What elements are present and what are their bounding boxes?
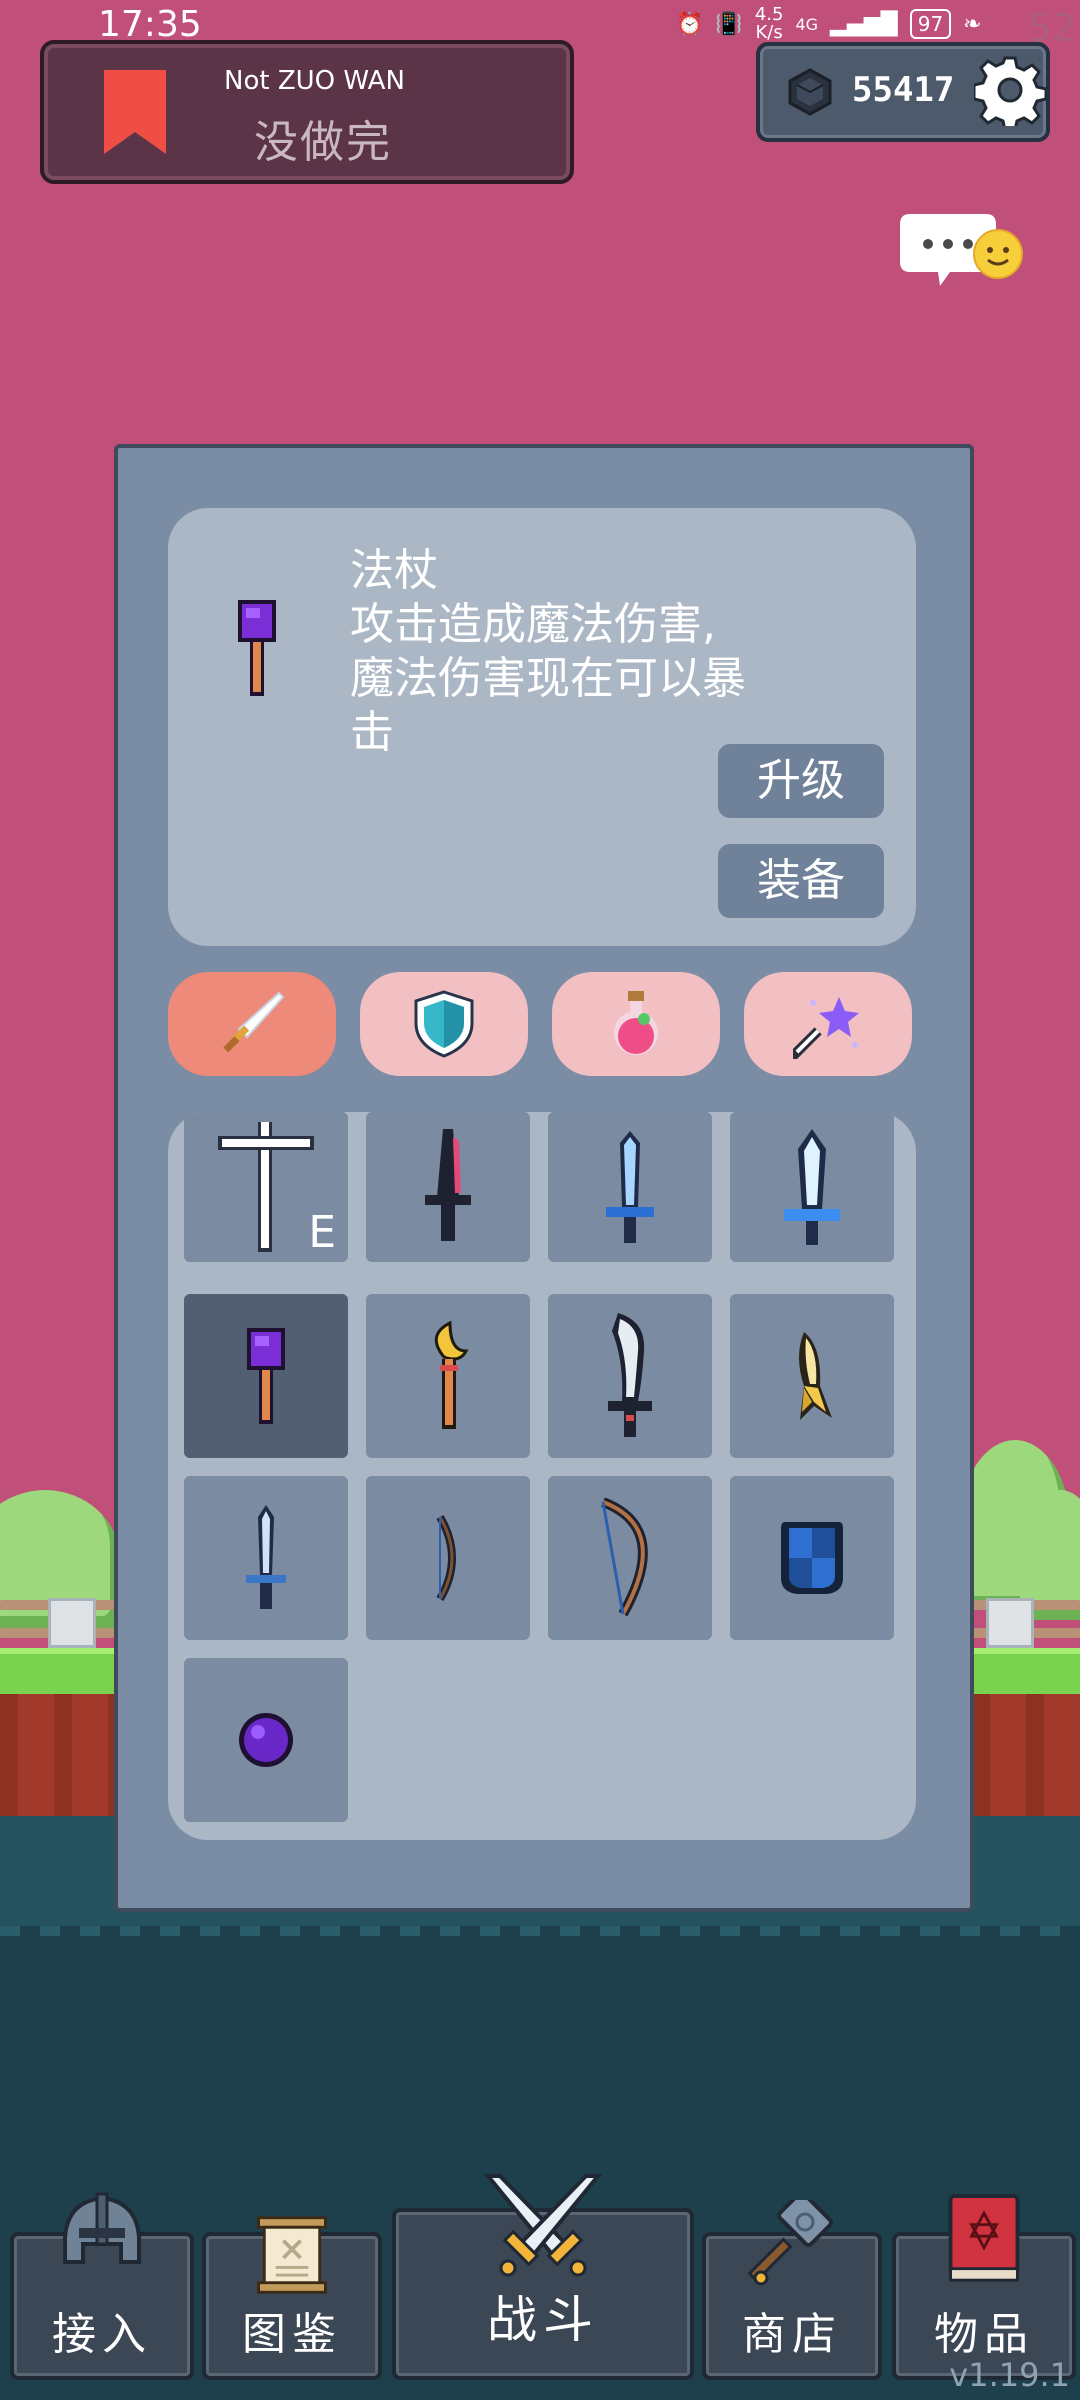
equipped-tag: E: [308, 1207, 336, 1258]
moon-staff-icon: [434, 1321, 469, 1429]
battery-level: 97: [909, 9, 952, 39]
inventory-slot[interactable]: [184, 1476, 348, 1640]
magic-wand-icon: [793, 997, 859, 1059]
signal-icon: ▂▄▆█: [830, 11, 898, 37]
long-bow-icon: [601, 1498, 648, 1617]
machete-icon: [608, 1313, 652, 1437]
inventory-slot[interactable]: [730, 1112, 894, 1262]
inventory-slot[interactable]: [366, 1112, 530, 1262]
status-indicators: ⏰ 📳 4.5 K/s 4G ▂▄▆█ 97 ❧: [676, 6, 982, 42]
hammer-icon: [747, 2200, 833, 2286]
inventory-slot[interactable]: [548, 1294, 712, 1458]
gem-icon: [788, 68, 832, 116]
purple-staff-icon: [247, 1328, 285, 1424]
gravestone-right: [986, 1598, 1034, 1648]
purple-orb-icon: [239, 1713, 293, 1767]
item-description: 法杖 攻击造成魔法伤害, 魔法伤害现在可以暴 击: [350, 544, 790, 760]
blue-sword-icon: [606, 1131, 654, 1243]
item-desc-line-2: 魔法伤害现在可以暴: [350, 653, 746, 704]
item-detail-card: 法杖 攻击造成魔法伤害, 魔法伤害现在可以暴 击 升级 装备: [168, 508, 916, 946]
dark-dagger-icon: [425, 1129, 471, 1241]
white-cross-sword-icon: [218, 1122, 314, 1252]
gear-icon[interactable]: [974, 54, 1046, 126]
net-speed: 4.5 K/s: [754, 4, 784, 43]
upgrade-button[interactable]: 升级: [718, 744, 884, 818]
quest-subtitle: Not ZUO WAN: [224, 66, 405, 96]
quest-title: 没做完: [254, 117, 392, 168]
tab-magic[interactable]: [744, 972, 912, 1076]
alarm-icon: ⏰: [676, 11, 704, 37]
status-time: 17:35: [98, 4, 202, 45]
inventory-grid: E: [168, 1112, 916, 1840]
vibrate-icon: 📳: [715, 11, 743, 37]
equip-button[interactable]: 装备: [718, 844, 884, 918]
quest-banner[interactable]: Not ZUO WAN 没做完: [40, 40, 574, 184]
nav-shop-label: 商店: [742, 2309, 842, 2360]
scroll-icon: [257, 2216, 327, 2294]
currency-amount: 55417: [852, 70, 955, 110]
tab-armor[interactable]: [360, 972, 528, 1076]
banana-icon: [799, 1332, 832, 1420]
inventory-slot[interactable]: [366, 1294, 530, 1458]
small-bow-icon: [436, 1514, 456, 1602]
nav-codex[interactable]: 图鉴: [202, 2216, 382, 2380]
bookmark-icon: [104, 70, 166, 154]
gravestone-left: [48, 1598, 96, 1648]
potion-icon: [614, 991, 658, 1055]
nav-join[interactable]: 接入: [10, 2192, 194, 2380]
blue-shield-icon: [781, 1522, 843, 1594]
tab-potions[interactable]: [552, 972, 720, 1076]
short-sword-icon: [246, 1505, 286, 1609]
network-type: 4G: [795, 14, 819, 34]
currency-panel: 55417: [756, 42, 1050, 142]
inventory-slot[interactable]: [184, 1658, 348, 1822]
inventory-slot[interactable]: [184, 1294, 348, 1458]
sword-icon: [223, 991, 285, 1053]
nav-items-label: 物品: [934, 2309, 1034, 2360]
inventory-slot[interactable]: [730, 1294, 894, 1458]
chat-bubble-icon[interactable]: [900, 204, 1026, 294]
inventory-slot[interactable]: [548, 1112, 712, 1262]
inventory-slot[interactable]: E: [184, 1112, 348, 1262]
inventory-slot[interactable]: [730, 1476, 894, 1640]
nav-battle[interactable]: 战斗: [392, 2174, 694, 2380]
helmet-icon: [63, 2192, 141, 2264]
inventory-panel: 法杖 攻击造成魔法伤害, 魔法伤害现在可以暴 击 升级 装备 E: [114, 444, 974, 1912]
version-label: v1.19.1: [949, 2356, 1070, 2394]
inventory-slot[interactable]: [366, 1476, 530, 1640]
nav-join-label: 接入: [52, 2309, 152, 2360]
leaf-icon: ❧: [963, 11, 982, 37]
nav-codex-label: 图鉴: [242, 2309, 342, 2360]
item-name: 法杖: [350, 545, 438, 596]
ice-sword-icon: [784, 1129, 840, 1245]
nav-battle-label: 战斗: [487, 2291, 599, 2349]
tab-weapons[interactable]: [168, 972, 336, 1076]
item-desc-line-1: 攻击造成魔法伤害,: [350, 599, 716, 650]
crossed-swords-icon: [483, 2174, 603, 2277]
purple-staff-icon: [238, 600, 276, 696]
shield-icon: [414, 990, 474, 1058]
spellbook-icon: [948, 2194, 1020, 2282]
inventory-slot[interactable]: [548, 1476, 712, 1640]
nav-shop[interactable]: 商店: [702, 2200, 882, 2380]
